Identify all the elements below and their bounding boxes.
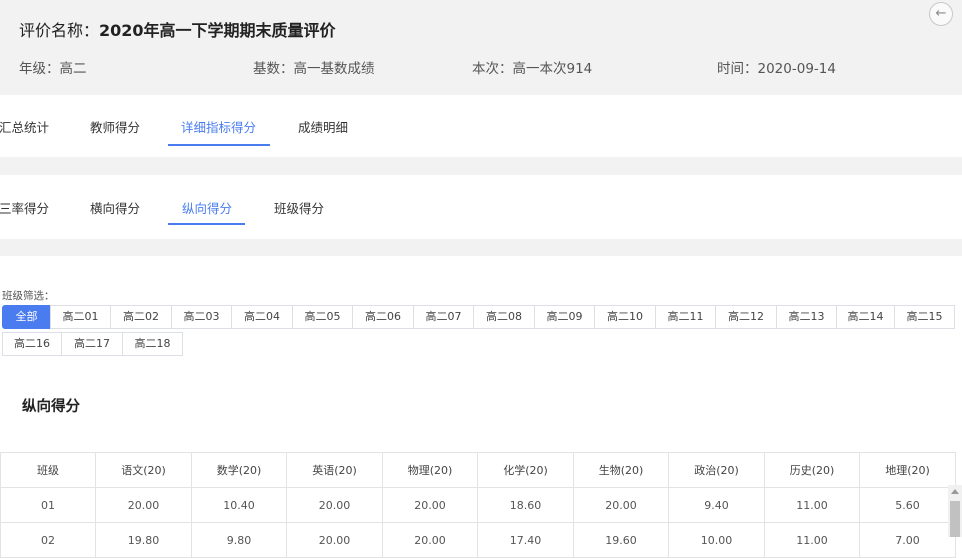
main-tabs: 汇总统计 教师得分 详细指标得分 成绩明细 [0,106,962,150]
arrow-left-icon: ← [935,6,947,21]
table-cell: 01 [0,487,96,523]
evaluation-title-value: 2020年高一下学期期末质量评价 [99,21,336,40]
tab-horizontal-score[interactable]: 横向得分 [90,187,140,231]
class-filter-option[interactable]: 高二03 [171,305,232,329]
table-cell: 9.80 [191,522,287,558]
table-cell: 02 [0,522,96,558]
table-cell: 10.40 [191,487,287,523]
scroll-up-icon[interactable] [951,489,959,494]
class-filter-option[interactable]: 高二04 [231,305,293,329]
column-header: 数学(20) [191,452,287,488]
class-filter-option[interactable]: 高二12 [715,305,777,329]
table-cell: 7.00 [859,522,956,558]
table-cell: 17.40 [477,522,574,558]
table-cell: 20.00 [382,522,478,558]
class-filter-option[interactable]: 高二09 [534,305,595,329]
column-header: 化学(20) [477,452,574,488]
tab-score-detail[interactable]: 成绩明细 [298,106,348,150]
class-filter-option[interactable]: 高二08 [473,305,535,329]
table-cell: 5.60 [859,487,956,523]
tab-class-score[interactable]: 班级得分 [274,187,324,231]
table-scrollbar[interactable] [948,485,962,537]
scroll-thumb[interactable] [950,501,960,537]
table-cell: 11.00 [764,487,860,523]
base-info: 基数：高一基数成绩 [253,61,375,77]
column-header: 生物(20) [573,452,669,488]
table-cell: 19.60 [573,522,669,558]
column-header: 语文(20) [95,452,192,488]
vertical-score-table: 班级 语文(20) 数学(20) 英语(20) 物理(20) 化学(20) 生物… [0,452,956,558]
table-cell: 20.00 [382,487,478,523]
class-filter-all[interactable]: 全部 [2,305,51,329]
current-info: 本次：高一本次914 [472,61,593,77]
sub-tabs: 三率得分 横向得分 纵向得分 班级得分 [0,187,962,231]
table-row: 01 20.00 10.40 20.00 20.00 18.60 20.00 9… [0,487,956,523]
tab-teacher-score[interactable]: 教师得分 [90,106,140,150]
column-header: 班级 [0,452,96,488]
column-header: 政治(20) [668,452,765,488]
back-button[interactable]: ← [929,2,953,26]
class-filter-option[interactable]: 高二14 [836,305,895,329]
table-cell: 20.00 [286,522,383,558]
class-filter-option[interactable]: 高二11 [655,305,716,329]
table-cell: 20.00 [286,487,383,523]
table-header-row: 班级 语文(20) 数学(20) 英语(20) 物理(20) 化学(20) 生物… [0,452,956,488]
sub-tab-active-indicator [168,223,245,225]
class-filter-option[interactable]: 高二10 [594,305,656,329]
main-tab-active-indicator [168,144,270,146]
class-filter-label: 班级筛选： [2,290,55,302]
class-filter-option[interactable]: 高二06 [352,305,414,329]
class-filter-option[interactable]: 高二05 [292,305,353,329]
column-header: 历史(20) [764,452,860,488]
grade-info: 年级：高二 [19,61,87,77]
table-cell: 20.00 [573,487,669,523]
table-cell: 18.60 [477,487,574,523]
table-cell: 11.00 [764,522,860,558]
evaluation-title: 评价名称：2020年高一下学期期末质量评价 [19,17,336,41]
column-header: 英语(20) [286,452,383,488]
class-filter-option[interactable]: 高二15 [894,305,955,329]
table-cell: 9.40 [668,487,765,523]
evaluation-title-label: 评价名称： [19,21,100,40]
table-cell: 20.00 [95,487,192,523]
divider-band [0,239,962,256]
class-filter-option[interactable]: 高二18 [122,332,183,356]
class-filter-option[interactable]: 高二02 [110,305,172,329]
class-filter-option[interactable]: 高二01 [50,305,111,329]
table-cell: 19.80 [95,522,192,558]
tab-summary-stats[interactable]: 汇总统计 [0,106,49,150]
column-header: 物理(20) [382,452,478,488]
class-filter-option[interactable]: 高二07 [413,305,474,329]
column-header: 地理(20) [859,452,956,488]
evaluation-header: 评价名称：2020年高一下学期期末质量评价 年级：高二 基数：高一基数成绩 本次… [0,0,962,95]
class-filter-option[interactable]: 高二13 [776,305,837,329]
section-title: 纵向得分 [22,399,80,415]
class-filter-option[interactable]: 高二17 [61,332,123,356]
time-info: 时间：2020-09-14 [717,61,836,77]
tab-three-rate-score[interactable]: 三率得分 [0,187,49,231]
table-row: 02 19.80 9.80 20.00 20.00 17.40 19.60 10… [0,522,956,558]
class-filter-option[interactable]: 高二16 [2,332,62,356]
table-cell: 10.00 [668,522,765,558]
divider-band [0,157,962,175]
